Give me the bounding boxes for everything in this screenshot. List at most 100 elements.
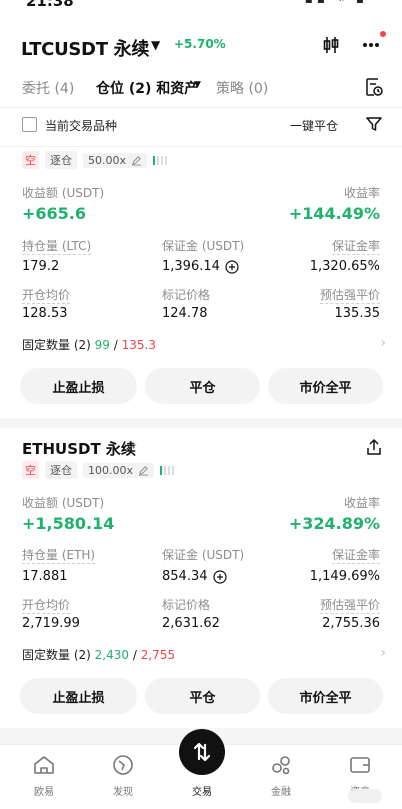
size-value: 17.881 (22, 569, 68, 584)
close-all-button[interactable]: 一键平仓 (290, 117, 338, 134)
margin-ratio-label: 保证金率 (331, 239, 380, 255)
tab-positions-caret-icon[interactable]: ▼ (194, 80, 201, 90)
margin-ratio-value: 1,149.69% (309, 569, 380, 584)
chevron-right-icon[interactable]: › (380, 335, 386, 351)
fixed-qty-sep: / (132, 648, 137, 662)
fixed-qty-row[interactable]: 固定数量 (2) 2,430 / 2,755 (22, 646, 175, 663)
margin-label: 保证金 (USDT) (162, 548, 245, 562)
notification-dot (380, 31, 386, 37)
size-label: 持仓量 (LTC) (22, 239, 92, 255)
symbol-dropdown-icon[interactable]: ▼ (151, 38, 160, 52)
position-symbol[interactable]: ETHUSDT 永续 (22, 438, 136, 459)
roe-value: +324.89% (288, 514, 380, 533)
fixed-qty-row[interactable]: 固定数量 (2) 99 / 135.3 (22, 336, 156, 353)
price-change: +5.70% (174, 37, 226, 51)
leverage-badge[interactable]: 50.00x (83, 152, 148, 168)
pnl-label: 收益额 (USDT) (22, 496, 105, 510)
nav-label-finance: 金融 (271, 787, 291, 798)
current-symbol-checkbox[interactable] (22, 117, 37, 132)
fixed-qty-sl: 135.3 (121, 338, 156, 352)
risk-bars-icon (153, 155, 168, 165)
home-icon (34, 756, 54, 774)
entry-price-value: 128.53 (22, 306, 68, 321)
margin-label: 保证金 (USDT) (162, 239, 245, 253)
current-symbol-label: 当前交易品种 (45, 119, 118, 133)
size-value: 179.2 (22, 259, 60, 274)
margin-mode-badge: 逐仓 (45, 151, 77, 169)
add-margin-icon[interactable] (225, 259, 239, 274)
leverage-badge[interactable]: 100.00x (83, 462, 154, 478)
mark-price-value: 124.78 (162, 306, 208, 321)
leverage-value: 50.00x (88, 153, 127, 167)
status-time: 21:38 (26, 0, 74, 10)
entry-price-label: 开仓均价 (22, 598, 71, 614)
wallet-icon (350, 757, 370, 773)
margin-ratio-label: 保证金率 (331, 548, 380, 564)
symbol-chevron-icon[interactable]: › (132, 437, 138, 453)
roe-value: +144.49% (288, 204, 380, 223)
status-bar: 21:38 ▪▪ ⌁ ▪ (0, 0, 402, 14)
nav-finance[interactable]: 金融 (251, 745, 311, 809)
mark-price-value: 2,631.62 (162, 616, 220, 631)
pnl-label: 收益额 (USDT) (22, 186, 105, 200)
edit-icon (138, 465, 149, 476)
nav-home[interactable]: 欧易 (14, 745, 74, 809)
edit-icon (131, 155, 142, 166)
side-badge: 空 (22, 461, 39, 479)
close-position-button[interactable]: 平仓 (145, 678, 260, 714)
market-close-all-button[interactable]: 市价全平 (268, 368, 383, 404)
fixed-qty-tp: 99 (94, 338, 110, 352)
history-icon[interactable] (364, 76, 384, 102)
mark-price-label: 标记价格 (162, 288, 211, 302)
section-separator (0, 418, 402, 428)
tpsl-button[interactable]: 止盈止损 (20, 678, 137, 714)
margin-ratio-value: 1,320.65% (309, 259, 380, 274)
chevron-right-icon[interactable]: › (380, 645, 386, 661)
entry-price-value: 2,719.99 (22, 616, 80, 631)
liq-price-value: 135.35 (334, 306, 381, 321)
add-margin-icon[interactable] (212, 569, 227, 584)
status-icons: ▪▪ ⌁ ▪ (305, 0, 368, 6)
market-close-all-button[interactable]: 市价全平 (268, 678, 383, 714)
candlestick-chart-icon[interactable] (318, 32, 344, 58)
pnl-value: +665.6 (22, 204, 87, 223)
tab-orders[interactable]: 委托 (4) (22, 78, 74, 98)
liq-price-value: 2,755.36 (322, 616, 380, 631)
roe-label: 收益率 (343, 186, 380, 200)
home-indicator (348, 789, 382, 803)
nav-discover[interactable]: 发现 (93, 745, 153, 809)
fixed-qty-label: 固定数量 (2) (22, 648, 91, 662)
fixed-qty-sep: / (113, 338, 118, 352)
share-icon[interactable] (365, 438, 383, 460)
margin-value: 1,396.14 (162, 259, 220, 274)
roe-label: 收益率 (343, 496, 380, 510)
tab-positions[interactable]: 仓位 (2) 和资产 (96, 78, 198, 98)
size-label: 持仓量 (ETH) (22, 548, 96, 564)
nav-label-discover: 发现 (113, 787, 133, 798)
entry-price-label: 开仓均价 (22, 288, 71, 304)
filter-row: 当前交易品种 一键平仓 (0, 108, 402, 144)
tab-strategies[interactable]: 策略 (0) (216, 78, 268, 98)
divider (0, 146, 402, 147)
trade-center-button[interactable] (179, 729, 225, 775)
margin-mode-badge: 逐仓 (45, 461, 77, 479)
fixed-qty-label: 固定数量 (2) (22, 338, 91, 352)
discover-icon (113, 755, 133, 775)
symbol-title[interactable]: LTCUSDT 永续 (21, 35, 149, 61)
liq-price-label: 预估强平价 (319, 598, 380, 614)
liq-price-label: 预估强平价 (319, 288, 380, 304)
filter-icon[interactable] (366, 116, 382, 136)
fixed-qty-sl: 2,755 (140, 648, 176, 662)
margin-value: 854.34 (162, 569, 208, 584)
header: LTCUSDT 永续 ▼ +5.70% (0, 26, 402, 66)
nav-label-home: 欧易 (34, 787, 54, 798)
tpsl-button[interactable]: 止盈止损 (20, 368, 137, 404)
tabs-bar: 委托 (4) 仓位 (2) 和资产 ▼ 策略 (0) (0, 66, 402, 108)
risk-bars-icon (160, 465, 174, 475)
pnl-value: +1,580.14 (22, 514, 115, 533)
finance-icon (272, 756, 290, 775)
fixed-qty-tp: 2,430 (94, 648, 130, 662)
leverage-value: 100.00x (88, 463, 133, 477)
close-position-button[interactable]: 平仓 (145, 368, 260, 404)
swap-arrows-icon (193, 742, 211, 762)
